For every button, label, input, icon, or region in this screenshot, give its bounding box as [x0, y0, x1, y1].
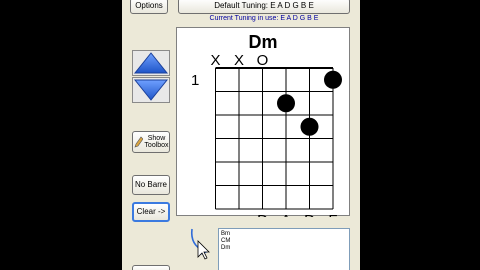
no-barre-button[interactable]: No Barre: [132, 175, 170, 195]
note-label: F: [328, 212, 337, 217]
clear-button[interactable]: Clear ->: [132, 202, 170, 222]
show-toolbox-line1: Show: [147, 134, 166, 142]
finger-dot: [277, 94, 295, 113]
string-marker: O: [257, 52, 269, 69]
note-label: A: [281, 212, 291, 217]
move-up-button[interactable]: [132, 50, 170, 76]
move-down-button[interactable]: [132, 77, 170, 103]
chord-name: Dm: [248, 32, 277, 52]
show-toolbox-button[interactable]: Show Toolbox: [132, 131, 170, 153]
fret-number: 1: [191, 72, 199, 89]
up-arrow-icon: [133, 52, 169, 74]
finger-dot: [324, 70, 342, 89]
pencil-icon: [134, 136, 144, 148]
show-toolbox-label: Show Toolbox: [144, 135, 168, 150]
chord-diagram-svg: Dm1XXODADF: [191, 32, 342, 217]
current-tuning-label: Current Tuning in use: E A D G B E: [209, 15, 319, 22]
down-arrow-icon: [133, 79, 169, 101]
bottom-button[interactable]: [132, 265, 170, 270]
options-button[interactable]: Options: [130, 0, 168, 14]
note-label: D: [304, 212, 315, 217]
chord-diagram[interactable]: Dm1XXODADF: [176, 27, 350, 217]
string-marker: X: [210, 52, 220, 69]
string-marker: X: [234, 52, 244, 69]
show-toolbox-line2: Toolbox: [144, 142, 169, 149]
chord-list[interactable]: Bm CM Dm: [218, 228, 350, 270]
default-tuning-button[interactable]: Default Tuning: E A D G B E: [178, 0, 350, 14]
chord-app-window: Options Default Tuning: E A D G B E Curr…: [122, 0, 360, 270]
list-item[interactable]: Dm: [221, 245, 349, 252]
curve-arrow-icon: [190, 228, 210, 260]
note-label: D: [257, 212, 268, 217]
list-item[interactable]: Bm: [221, 231, 349, 238]
finger-dot: [300, 117, 319, 136]
list-item[interactable]: CM: [221, 238, 349, 245]
